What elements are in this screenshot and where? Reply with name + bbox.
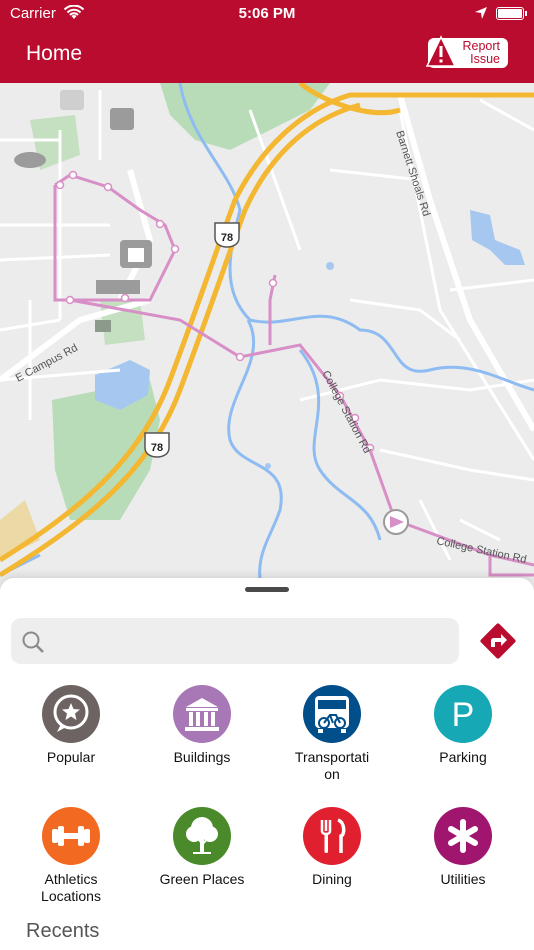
page-title: Home [26, 42, 83, 65]
category-parking[interactable]: P Parking [403, 685, 523, 766]
us78-shield-top: 78 [214, 222, 240, 248]
category-label: Parking [439, 749, 487, 765]
svg-text:78: 78 [221, 232, 233, 244]
us78-shield-bottom: 78 [144, 432, 170, 458]
location-arrow-icon [474, 6, 488, 24]
category-label: Green Places [159, 871, 245, 887]
category-label: Transportati on [294, 749, 370, 782]
svg-text:P: P [452, 696, 475, 734]
fork-knife-icon [303, 807, 361, 865]
bottom-sheet: Popular Buildings Transportati on P Park… [0, 578, 534, 950]
asterisk-icon [434, 807, 492, 865]
parking-p-icon: P [434, 685, 492, 743]
category-label: Utilities [440, 871, 486, 887]
category-label: Athletics Locations [41, 871, 101, 904]
battery-icon [496, 7, 527, 20]
category-green-places[interactable]: Green Places [142, 807, 262, 888]
tree-icon [173, 807, 231, 865]
bus-bike-icon [303, 685, 361, 743]
sheet-drag-handle[interactable] [245, 587, 289, 592]
category-label: Buildings [173, 749, 231, 765]
category-dining[interactable]: Dining [272, 807, 392, 888]
category-label: Popular [46, 749, 96, 765]
star-speech-bubble-icon [42, 685, 100, 743]
nav-bar: Home Report Issue [0, 28, 534, 83]
search-icon [21, 630, 45, 659]
status-bar: Carrier 5:06 PM [0, 0, 534, 28]
search-bar[interactable] [11, 618, 459, 664]
category-transportation[interactable]: Transportati on [272, 685, 392, 783]
clock: 5:06 PM [238, 5, 296, 22]
category-utilities[interactable]: Utilities [403, 807, 523, 888]
report-issue-button[interactable]: Report Issue [425, 35, 508, 68]
recents-heading: Recents [26, 920, 100, 942]
dumbbell-icon [42, 807, 100, 865]
search-input[interactable] [55, 618, 450, 664]
category-label: Dining [312, 871, 352, 887]
category-athletics[interactable]: Athletics Locations [11, 807, 131, 905]
category-popular[interactable]: Popular [11, 685, 131, 766]
directions-button[interactable] [479, 622, 517, 665]
campus-map[interactable]: 78 78 Barnett Shoals Rd E Campus Rd Coll… [0, 83, 534, 603]
columns-building-icon [173, 685, 231, 743]
svg-text:78: 78 [151, 442, 163, 454]
warning-icon [425, 35, 457, 72]
category-buildings[interactable]: Buildings [142, 685, 262, 766]
